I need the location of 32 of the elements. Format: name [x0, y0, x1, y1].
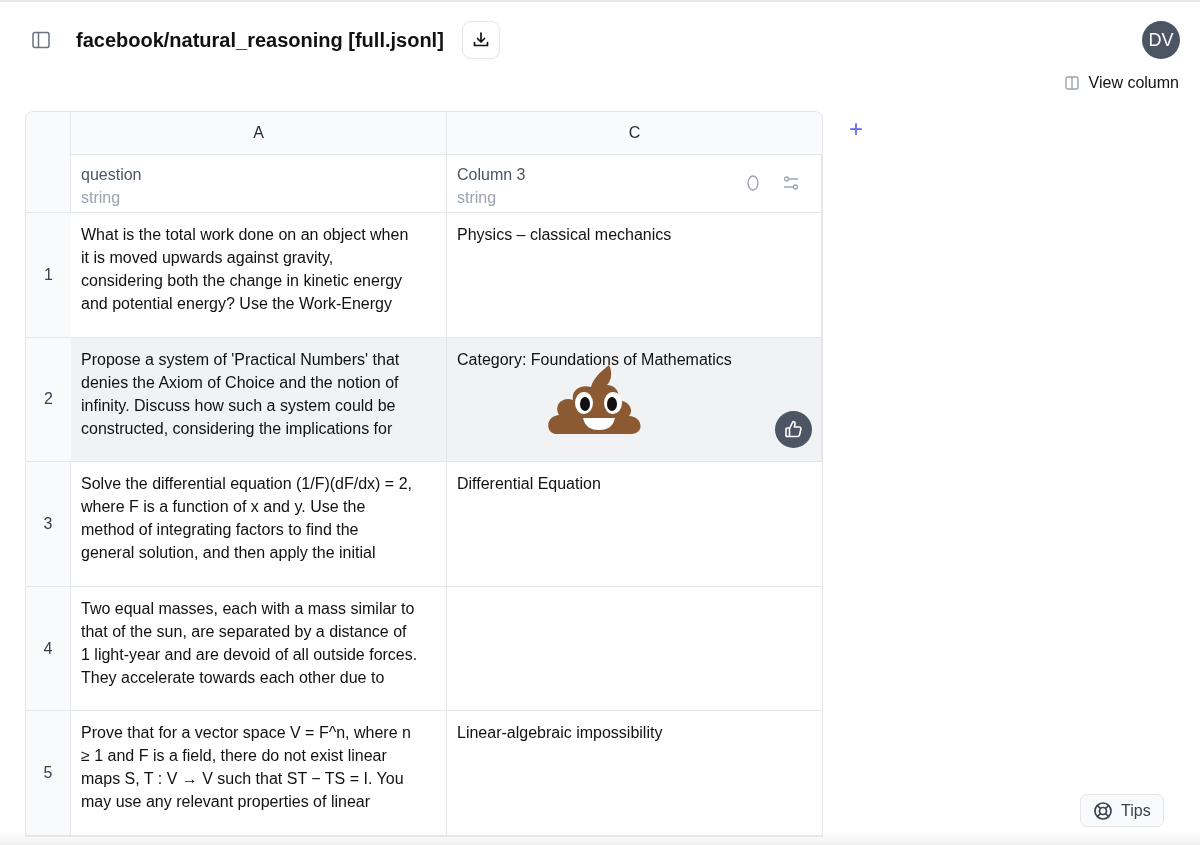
column-letter[interactable]: C — [447, 112, 822, 155]
row-number: 3 — [26, 462, 71, 587]
tips-button[interactable]: Tips — [1080, 794, 1164, 827]
table-cell: Differential Equation — [447, 462, 822, 587]
lifebuoy-icon — [1093, 800, 1113, 821]
row-number: 2 — [26, 337, 71, 463]
view-column-link[interactable]: View column — [1088, 74, 1179, 92]
columns-icon — [1064, 76, 1079, 90]
user-avatar[interactable]: DV — [1142, 21, 1180, 59]
column-type: string — [81, 188, 122, 208]
column-letter[interactable]: A — [71, 112, 447, 155]
row-number: 5 — [26, 711, 71, 836]
table-cell: Two equal masses, each with a mass similar to that of the sun, are separated by a distance of 1 light-year and are devoid of all outside forces. They accelerate towards each other due to — [71, 586, 447, 712]
column-header[interactable]: Column 3 string — [447, 155, 822, 213]
table-cell: Solve the differential equation (1/F)(dF/dx) = 2, where F is a function of x and y. Use the method of integrating factors to find the general solution, and then apply the initial — [71, 462, 447, 587]
dataset-title: facebook/natural_reasoning [full.jsonl] — [76, 28, 444, 52]
table-cell: Physics – classical mechanics — [447, 213, 822, 338]
column-name: question — [81, 165, 142, 185]
table-cell: Propose a system of 'Practical Numbers' that denies the Axiom of Choice and the notion of infinity. Discuss how such a system could be constructed, considering the implications for — [71, 337, 447, 463]
column-name: Column 3 — [457, 165, 526, 185]
column-type: string — [457, 188, 498, 208]
row-number: 1 — [26, 213, 71, 338]
row-number: 4 — [26, 586, 71, 712]
add-column-button[interactable]: + — [849, 115, 863, 143]
oval-icon[interactable] — [747, 175, 759, 191]
download-icon — [471, 31, 490, 49]
sliders-icon[interactable] — [783, 175, 799, 191]
thumbs-up-icon — [783, 419, 804, 440]
download-button[interactable] — [461, 21, 500, 59]
column-header[interactable]: question string — [71, 155, 447, 213]
sidebar-icon[interactable] — [32, 31, 50, 49]
table-cell: What is the total work done on an object when it is moved upwards against gravity, considering both the change in kinetic energy and potential energy? Use the Work-Energy — [71, 213, 447, 338]
